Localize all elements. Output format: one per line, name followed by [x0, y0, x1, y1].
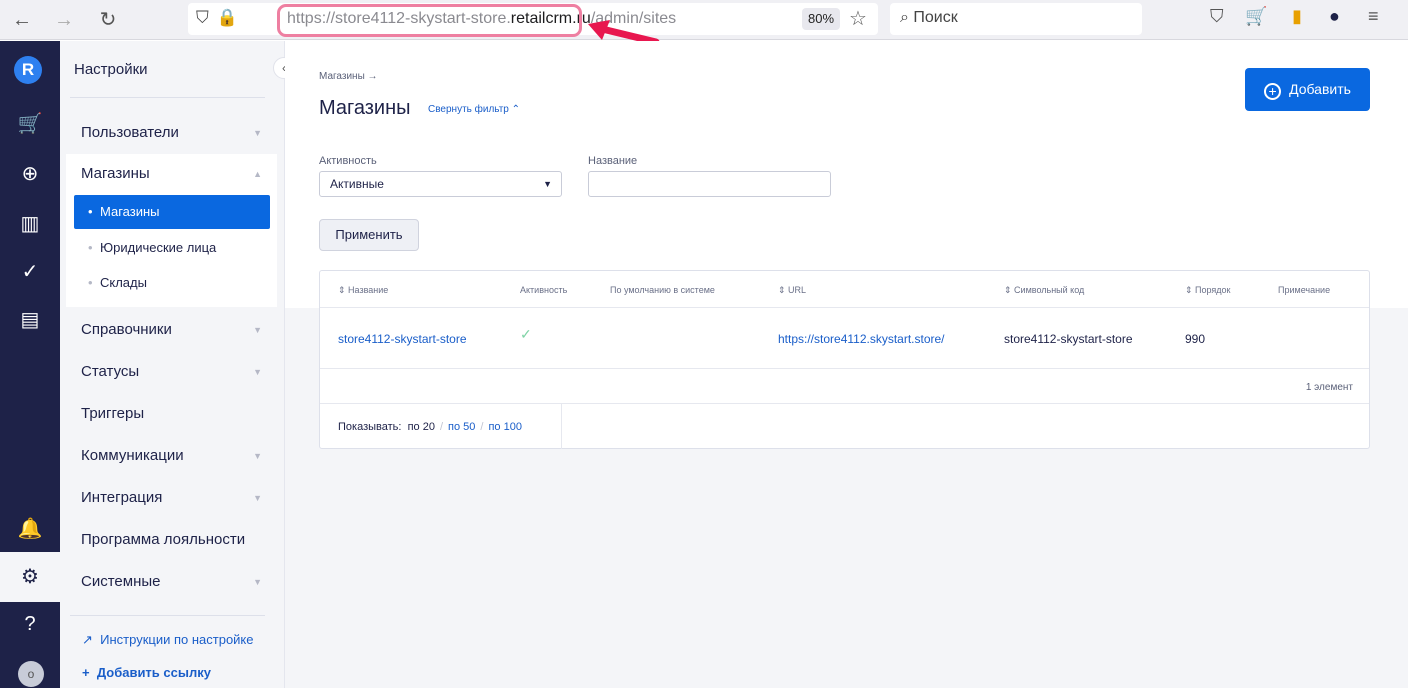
store-name-link[interactable]: store4112-skystart-store [338, 332, 467, 346]
plus-icon: + [82, 665, 90, 680]
page-size-selector: Показывать: по 20/по 50/по 100 [338, 421, 522, 433]
sidebar-item-integration[interactable]: Интеграция ▼ [66, 478, 276, 518]
sidebar-item-statuses[interactable]: Статусы ▼ [66, 352, 276, 392]
main-content: Магазины → Магазины Свернуть фильтр ⌃ + Д… [285, 41, 1408, 688]
menu-icon[interactable]: ≡ [1368, 6, 1379, 27]
chat-icon[interactable]: ▤ [0, 307, 60, 332]
column-header-default: По умолчанию в системе [610, 285, 715, 295]
page-size-20: по 20 [407, 421, 435, 433]
column-header-name[interactable]: ⇕ Название [338, 285, 388, 296]
target-icon[interactable]: ⊕ [0, 161, 60, 186]
column-header-code[interactable]: ⇕ Символьный код [1004, 285, 1084, 296]
chevron-up-icon: ▲ [253, 169, 262, 179]
chevron-down-icon: ▼ [253, 493, 262, 503]
app-rail: R 🛒 ⊕ ▥ ✓ ▤ 🔔 ⚙ ? o [0, 41, 60, 688]
tasks-check-icon[interactable]: ✓ [0, 259, 60, 284]
chevron-down-icon: ▼ [253, 367, 262, 377]
external-arrow-icon: ↗ [82, 632, 93, 647]
settings-sidebar: Настройки ‹ Пользователи ▼ Магазины ▲ • Маг… [60, 41, 295, 688]
activity-filter-label: Активность [319, 155, 377, 167]
sidebar-title: Настройки [74, 61, 148, 78]
sidebar-item-triggers[interactable]: Триггеры [66, 394, 276, 434]
activity-filter-select[interactable]: Активные ▼ [319, 171, 562, 197]
pager-divider [561, 404, 562, 449]
sidebar-item-communications[interactable]: Коммуникации ▼ [66, 436, 276, 476]
column-header-activity: Активность [520, 285, 568, 295]
cart-extension-icon[interactable]: 🛒 [1245, 6, 1267, 27]
browser-search-label: ⌕ Поиск [900, 9, 958, 26]
stores-table: ⇕ Название Активность По умолчанию в сис… [319, 270, 1370, 449]
add-link-link[interactable]: + Добавить ссылку [82, 665, 211, 680]
chevron-down-icon: ▼ [253, 451, 262, 461]
store-code: store4112-skystart-store [1004, 332, 1133, 346]
store-url-link[interactable]: https://store4112.skystart.store/ [778, 332, 945, 346]
column-header-note: Примечание [1278, 285, 1331, 295]
chevron-down-icon: ▼ [253, 325, 262, 335]
sidebar-item-loyalty[interactable]: Программа лояльности [66, 520, 276, 560]
page-size-50-link[interactable]: по 50 [448, 421, 475, 433]
forward-icon[interactable]: → [52, 8, 76, 32]
apply-button[interactable]: Применить [319, 219, 419, 251]
settings-gear-icon[interactable]: ⚙ [0, 564, 60, 589]
notifications-bell-icon[interactable]: 🔔 [0, 516, 60, 541]
chevron-down-icon: ▼ [253, 128, 262, 138]
reload-icon[interactable]: ↻ [96, 8, 120, 32]
analytics-icon[interactable]: ▥ [0, 211, 60, 236]
retailcrm-logo-icon[interactable]: R [14, 56, 42, 84]
name-filter-label: Название [588, 155, 638, 167]
footer-divider [320, 403, 1369, 404]
caret-down-icon: ▼ [543, 179, 552, 189]
browser-toolbar: ← → ↻ ⛉🔒 https://store4112-skystart-stor… [0, 0, 1408, 46]
table-header: ⇕ Название Активность По умолчанию в сис… [320, 271, 1369, 308]
instructions-link[interactable]: ↗ Инструкции по настройке [82, 632, 254, 648]
page-title: Магазины [319, 97, 411, 119]
url-highlight-box [277, 4, 582, 37]
orders-cart-icon[interactable]: 🛒 [0, 111, 60, 136]
help-icon[interactable]: ? [0, 613, 60, 636]
add-store-button[interactable]: + Добавить [1245, 68, 1370, 111]
collapse-filter-link[interactable]: Свернуть фильтр ⌃ [428, 104, 520, 115]
sidebar-subitem-warehouses[interactable]: • Склады [74, 266, 270, 300]
bookmark-star-icon[interactable]: ☆ [849, 6, 867, 31]
sidebar-subitem-stores[interactable]: • Магазины [74, 195, 270, 229]
zoom-level[interactable]: 80% [802, 8, 840, 30]
page-size-100-link[interactable]: по 100 [488, 421, 521, 433]
sidebar-subitem-legal-entities[interactable]: • Юридические лица [74, 231, 270, 265]
chevron-down-icon: ▼ [253, 577, 262, 587]
active-check-icon: ✓ [520, 326, 532, 342]
sidebar-item-users[interactable]: Пользователи ▼ [66, 113, 276, 153]
name-filter-input[interactable] [588, 171, 831, 197]
sidebar-item-references[interactable]: Справочники ▼ [66, 310, 276, 350]
pocket-icon[interactable]: ⛉ [1210, 6, 1224, 27]
url-security-icons: ⛉🔒 [196, 8, 246, 27]
vpn-extension-icon[interactable]: ● [1329, 6, 1340, 27]
row-divider [320, 368, 1369, 369]
sidebar-divider [70, 97, 265, 98]
back-icon[interactable]: ← [10, 8, 34, 32]
sidebar-item-system[interactable]: Системные ▼ [66, 562, 276, 602]
bookmark-extension-icon[interactable]: ▮ [1292, 6, 1302, 27]
breadcrumb[interactable]: Магазины → [319, 71, 378, 82]
item-count: 1 элемент [1305, 382, 1353, 393]
column-header-url[interactable]: ⇕ URL [778, 285, 806, 296]
sidebar-divider [70, 615, 265, 616]
column-header-order[interactable]: ⇕ Порядок [1185, 285, 1231, 296]
store-order: 990 [1185, 332, 1206, 346]
plus-circle-icon: + [1264, 83, 1282, 100]
avatar[interactable]: o [18, 661, 44, 687]
sidebar-item-stores[interactable]: Магазины ▲ [66, 154, 276, 194]
